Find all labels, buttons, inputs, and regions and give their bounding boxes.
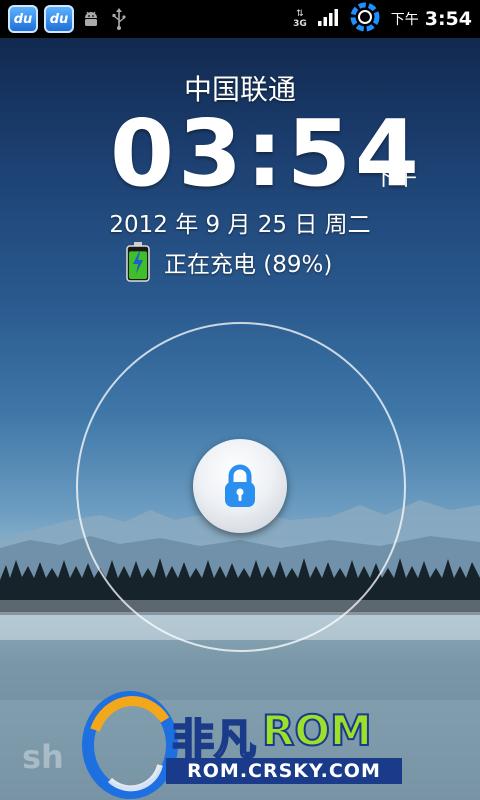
network-type-label: 3G [293,19,307,29]
du-app-icon-label: du [13,11,33,27]
unlock-handle[interactable] [193,439,287,533]
android-debug-icon [80,8,102,30]
status-ampm: 下午 [390,12,419,28]
usb-icon [108,8,130,30]
signal-bars-icon [317,7,339,31]
charging-status: 正在充电 (89%) [126,242,332,282]
data-arrows-icon: ⇅ [296,9,304,19]
du-app-icon: du [8,5,38,33]
du-app-icon-label: du [49,11,69,27]
lock-clock-ampm: 下午 [373,166,418,191]
status-bar-system: ⇅ 3G 下午 3:54 [293,0,472,38]
network-3g-indicator: ⇅ 3G [293,9,307,29]
status-time: 3:54 [424,8,472,30]
status-bar-notifications: du du [0,5,130,33]
battery-charging-icon [126,242,150,282]
watermark-brand-rom: ROM [261,705,373,756]
du-app-icon: du [44,5,74,33]
lock-date: 2012 年 9 月 25 日 周二 [109,212,371,238]
charging-text: 正在充电 (89%) [164,252,333,278]
watermark-url: ROM.CRSKY.COM [166,758,402,784]
watermark-faint-text: sh [22,738,64,776]
padlock-icon [225,464,255,507]
status-bar: du du ⇅ 3G 下午 3:54 [0,0,480,38]
sync-ring-icon [349,1,381,37]
lock-clock: 03:54 [110,108,419,200]
